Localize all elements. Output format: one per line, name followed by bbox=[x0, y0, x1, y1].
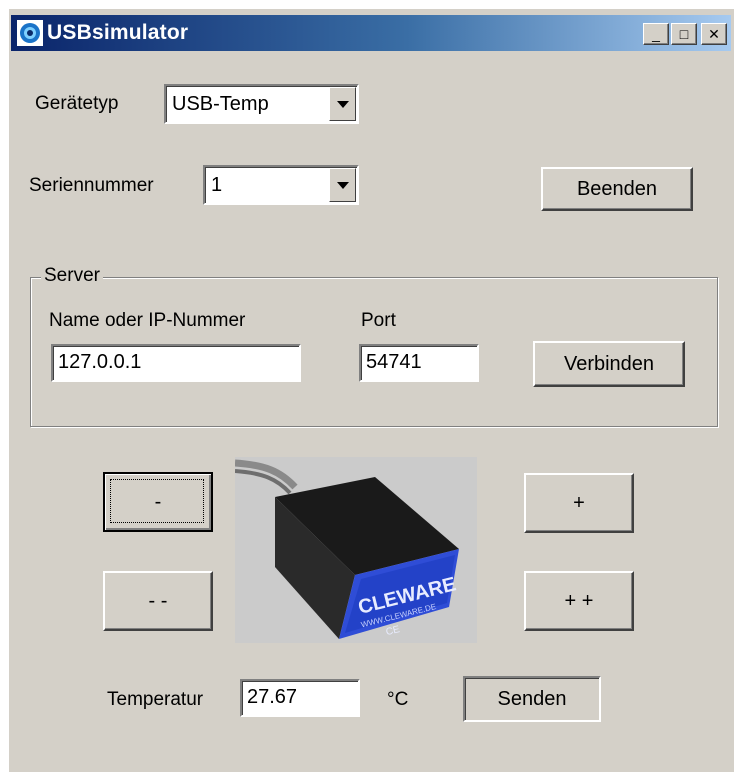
close-icon: ✕ bbox=[708, 26, 720, 42]
serial-label: Seriennummer bbox=[29, 175, 154, 196]
title-bar[interactable]: USBsimulator _ □ ✕ bbox=[11, 15, 731, 51]
increase-more-button[interactable]: + + bbox=[524, 571, 634, 631]
decrease-more-label: - - bbox=[148, 589, 168, 612]
host-input[interactable]: 127.0.0.1 bbox=[51, 344, 301, 382]
increase-label: + bbox=[573, 491, 585, 514]
port-label: Port bbox=[361, 310, 396, 331]
connect-button[interactable]: Verbinden bbox=[533, 341, 685, 387]
chevron-down-icon[interactable] bbox=[329, 87, 356, 121]
port-input[interactable]: 54741 bbox=[359, 344, 479, 382]
serial-select[interactable]: 1 bbox=[203, 165, 359, 205]
temperature-label: Temperatur bbox=[107, 689, 204, 710]
exit-button[interactable]: Beenden bbox=[541, 167, 693, 211]
send-button[interactable]: Senden bbox=[463, 676, 601, 722]
exit-button-label: Beenden bbox=[576, 177, 658, 200]
server-legend: Server bbox=[41, 265, 103, 287]
maximize-icon: □ bbox=[679, 26, 689, 42]
host-label: Name oder IP-Nummer bbox=[49, 310, 246, 331]
decrease-button[interactable]: - bbox=[103, 472, 213, 532]
maximize-button[interactable]: □ bbox=[671, 23, 697, 45]
usb-temp-device-image: CLEWARE WWW.CLEWARE.DE CE bbox=[234, 457, 477, 643]
minimize-icon: _ bbox=[652, 26, 660, 42]
device-type-label: Gerätetyp bbox=[35, 93, 119, 114]
temperature-unit: °C bbox=[387, 689, 409, 710]
device-type-select[interactable]: USB-Temp bbox=[164, 84, 359, 124]
temperature-input[interactable]: 27.67 bbox=[240, 679, 360, 717]
increase-button[interactable]: + bbox=[524, 473, 634, 533]
send-button-label: Senden bbox=[497, 687, 567, 710]
close-button[interactable]: ✕ bbox=[701, 23, 727, 45]
minimize-button[interactable]: _ bbox=[643, 23, 669, 45]
connect-button-label: Verbinden bbox=[563, 352, 655, 375]
app-icon bbox=[17, 20, 43, 46]
device-type-value: USB-Temp bbox=[172, 93, 269, 115]
focus-rectangle bbox=[110, 479, 204, 523]
chevron-down-icon[interactable] bbox=[329, 168, 356, 202]
increase-more-label: + + bbox=[564, 589, 594, 612]
window-title: USBsimulator bbox=[47, 21, 189, 44]
decrease-more-button[interactable]: - - bbox=[103, 571, 213, 631]
serial-value: 1 bbox=[211, 174, 223, 196]
app-window: USBsimulator _ □ ✕ Gerätetyp USB-Temp Se… bbox=[8, 8, 734, 772]
